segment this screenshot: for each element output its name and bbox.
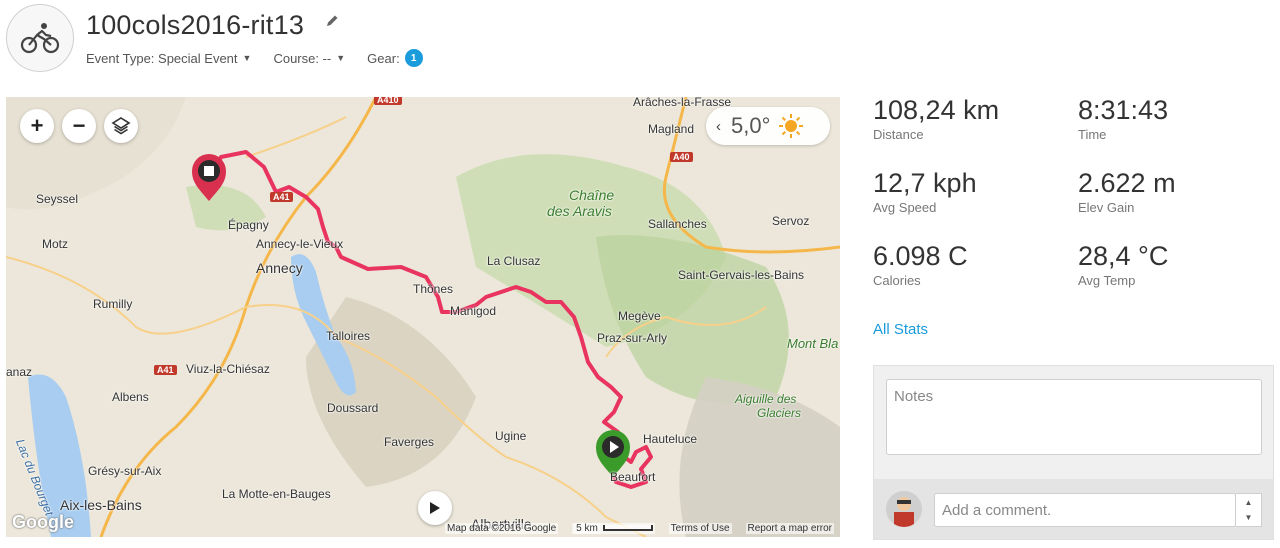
road-badge-a410: A410 bbox=[374, 97, 402, 105]
all-stats-link[interactable]: All Stats bbox=[873, 321, 928, 338]
stat-label: Avg Speed bbox=[873, 200, 937, 215]
route-map[interactable]: A410 A40 A41 A41 Arâches-la-Frasse Magla… bbox=[6, 97, 840, 537]
layers-button[interactable] bbox=[104, 109, 138, 143]
map-data-text: Map data ©2016 Google bbox=[445, 523, 559, 534]
stat-label: Avg Temp bbox=[1078, 273, 1136, 288]
place-label: La Motte-en-Bauges bbox=[222, 487, 331, 501]
place-label: Magland bbox=[648, 122, 695, 136]
map-attribution: Map data ©2016 Google 5 km Terms of Use … bbox=[445, 523, 834, 534]
zoom-in-button[interactable]: + bbox=[20, 109, 54, 143]
stat-avg-temp: 28,4 °C Avg Temp bbox=[1078, 241, 1278, 288]
place-label: Viuz-la-Chiésaz bbox=[186, 362, 270, 376]
place-label: Annecy-le-Vieux bbox=[256, 237, 344, 251]
place-label: Chaîne bbox=[569, 187, 615, 203]
place-label: anaz bbox=[6, 365, 33, 379]
place-label: Thônes bbox=[413, 282, 454, 296]
place-label: Doussard bbox=[327, 401, 379, 415]
terms-link[interactable]: Terms of Use bbox=[668, 523, 732, 534]
chevron-down-icon[interactable]: ▼ bbox=[1245, 513, 1253, 522]
weather-widget[interactable]: ‹ 5,0° bbox=[706, 107, 830, 145]
stat-label: Time bbox=[1078, 127, 1107, 142]
comment-row: Add a comment. ▲ ▼ bbox=[874, 479, 1273, 539]
place-label: Aiguille des bbox=[735, 392, 797, 406]
activity-title: 100cols2016-rit13 bbox=[86, 10, 305, 40]
place-label: Albens bbox=[112, 390, 149, 404]
place-label: Manigod bbox=[450, 304, 497, 318]
place-label: Saint-Gervais-les-Bains bbox=[678, 268, 805, 282]
road-badge-a40: A40 bbox=[670, 152, 693, 162]
weather-temperature: 5,0° bbox=[731, 113, 771, 138]
stat-distance: 108,24 km Distance bbox=[873, 95, 1073, 142]
place-label: Faverges bbox=[384, 435, 435, 449]
place-label: Ugine bbox=[495, 429, 527, 443]
place-label: des Aravis bbox=[547, 203, 612, 219]
place-label: Servoz bbox=[772, 214, 810, 228]
road-badge-a41: A41 bbox=[270, 192, 293, 202]
notes-textarea[interactable]: Notes bbox=[886, 379, 1262, 455]
stat-calories: 6.098 C Calories bbox=[873, 241, 1073, 288]
zoom-out-button[interactable]: − bbox=[62, 109, 96, 143]
activity-header: 100cols2016-rit13 Event Type: Special Ev… bbox=[0, 0, 1280, 92]
place-label: Talloires bbox=[326, 329, 371, 343]
layers-icon bbox=[111, 117, 131, 135]
gear-count-badge: 1 bbox=[404, 49, 423, 67]
place-label: Motz bbox=[42, 237, 69, 251]
place-label: Annecy bbox=[256, 260, 303, 276]
comment-input[interactable]: Add a comment. bbox=[934, 493, 1236, 527]
gear-label: Gear: bbox=[367, 50, 400, 66]
comment-scroll-control[interactable]: ▲ ▼ bbox=[1236, 493, 1262, 527]
course-dropdown[interactable]: Course: -- ▼ bbox=[273, 51, 345, 66]
stat-label: Distance bbox=[873, 127, 924, 142]
place-label: Mont Bla bbox=[787, 336, 839, 351]
stat-value: 108,24 km bbox=[873, 95, 1000, 125]
chevron-up-icon[interactable]: ▲ bbox=[1245, 498, 1253, 507]
place-label: Megève bbox=[618, 309, 661, 323]
stat-value: 6.098 C bbox=[873, 241, 968, 271]
place-label: Sallanches bbox=[648, 217, 707, 231]
map-scale: 5 km bbox=[572, 523, 655, 534]
place-label: Praz-sur-Arly bbox=[597, 331, 668, 345]
google-logo: Google bbox=[12, 512, 74, 532]
stat-elev-gain: 2.622 m Elev Gain bbox=[1078, 168, 1278, 215]
place-label: Beaufort bbox=[610, 470, 656, 484]
place-label: Seyssel bbox=[36, 192, 79, 206]
play-route-button[interactable] bbox=[418, 491, 452, 525]
course-label: Course: -- bbox=[273, 50, 332, 66]
stat-value: 12,7 kph bbox=[873, 168, 977, 198]
stat-label: Calories bbox=[873, 273, 921, 288]
place-label: Grésy-sur-Aix bbox=[88, 464, 162, 478]
gear-selector[interactable]: Gear: 1 bbox=[367, 49, 423, 67]
play-icon bbox=[430, 502, 440, 514]
notes-panel: Notes Add a comment. ▲ ▼ bbox=[873, 365, 1274, 540]
chevron-down-icon: ▼ bbox=[336, 53, 346, 63]
place-label: Arâches-la-Frasse bbox=[633, 97, 732, 109]
report-link[interactable]: Report a map error bbox=[745, 523, 834, 534]
cyclist-icon bbox=[6, 4, 74, 72]
road-badge-a41: A41 bbox=[154, 365, 177, 375]
place-label: Épagny bbox=[228, 218, 269, 232]
stat-value: 2.622 m bbox=[1078, 168, 1176, 198]
event-type-dropdown[interactable]: Event Type: Special Event ▼ bbox=[86, 51, 251, 66]
event-type-label: Event Type: Special Event bbox=[86, 50, 238, 66]
stat-label: Elev Gain bbox=[1078, 200, 1135, 215]
scale-label: 5 km bbox=[574, 523, 600, 534]
chevron-down-icon: ▼ bbox=[242, 53, 252, 63]
activity-meta: Event Type: Special Event ▼ Course: -- ▼… bbox=[86, 49, 445, 67]
place-label: Hauteluce bbox=[643, 432, 698, 446]
place-label: Rumilly bbox=[93, 297, 133, 311]
stat-value: 28,4 °C bbox=[1078, 241, 1169, 271]
chevron-left-icon[interactable]: ‹ bbox=[716, 118, 721, 135]
place-label: La Clusaz bbox=[487, 254, 541, 268]
sun-icon bbox=[779, 114, 804, 138]
edit-pencil-icon[interactable] bbox=[325, 14, 341, 30]
stat-value: 8:31:43 bbox=[1078, 95, 1169, 125]
stat-time: 8:31:43 Time bbox=[1078, 95, 1278, 142]
avatar bbox=[886, 491, 922, 527]
place-label: Glaciers bbox=[757, 406, 802, 420]
place-label: Aix-les-Bains bbox=[60, 497, 142, 513]
stat-avg-speed: 12,7 kph Avg Speed bbox=[873, 168, 1073, 215]
